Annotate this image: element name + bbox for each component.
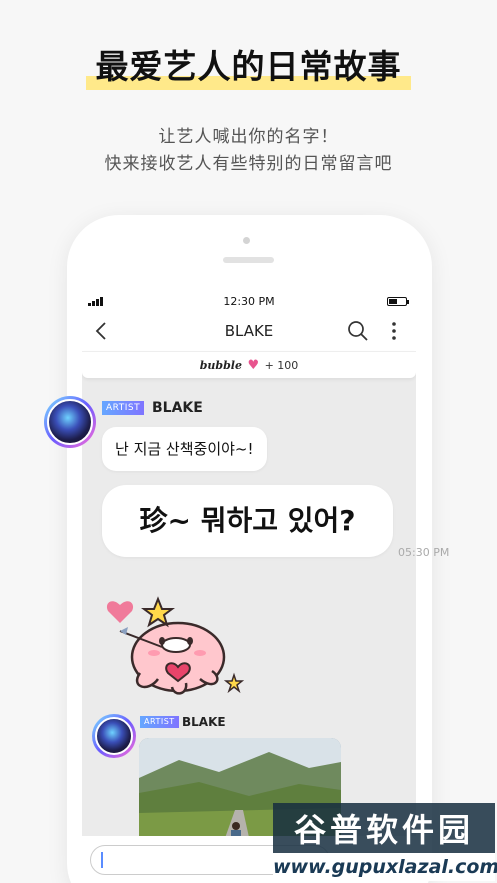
bubble-logo: bubble	[199, 359, 242, 372]
status-time: 12:30 PM	[223, 295, 275, 308]
promo-headline: 最爱艺人的日常故事	[0, 40, 497, 88]
avatar[interactable]	[44, 396, 96, 448]
message-time: 05:30 PM	[398, 546, 450, 559]
artist-badge: ARTIST	[102, 401, 145, 415]
watermark-url: www.gupuxlazal.com	[273, 853, 497, 881]
chat-header: BLAKE	[82, 311, 416, 351]
battery-icon	[387, 297, 409, 306]
status-bar: 12:30 PM	[82, 291, 416, 311]
promo-subline-2: 快来接收艺人有些特别的日常留言吧	[104, 154, 393, 174]
watermark: 谷普软件园 www.gupuxlazal.com	[273, 803, 497, 881]
avatar[interactable]	[92, 714, 136, 758]
bubble-count: + 100	[264, 359, 299, 372]
search-icon[interactable]	[347, 320, 369, 342]
watermark-name: 谷普软件园	[293, 811, 474, 849]
artist-badge: ARTIST	[140, 716, 179, 728]
heart-icon: ♥	[247, 358, 260, 373]
text-cursor	[101, 852, 103, 868]
pink-octopus-heart-sticker[interactable]	[100, 575, 250, 700]
promo-subline-1: 让艺人喊出你的名字！	[158, 127, 339, 147]
chat-message-large[interactable]: 珍~ 뭐하고 있어?	[102, 485, 393, 557]
phone-speaker	[223, 257, 274, 263]
chat-message[interactable]: 난 지금 산책중이야~!	[102, 427, 267, 471]
sender-name: BLAKE	[182, 715, 226, 729]
sender-name: BLAKE	[152, 400, 203, 416]
bubble-count-bar[interactable]: bubble ♥ + 100	[82, 351, 416, 378]
headline-text: 最爱艺人的日常故事	[95, 47, 402, 86]
more-vertical-icon[interactable]	[387, 320, 401, 342]
phone-camera	[243, 237, 250, 244]
